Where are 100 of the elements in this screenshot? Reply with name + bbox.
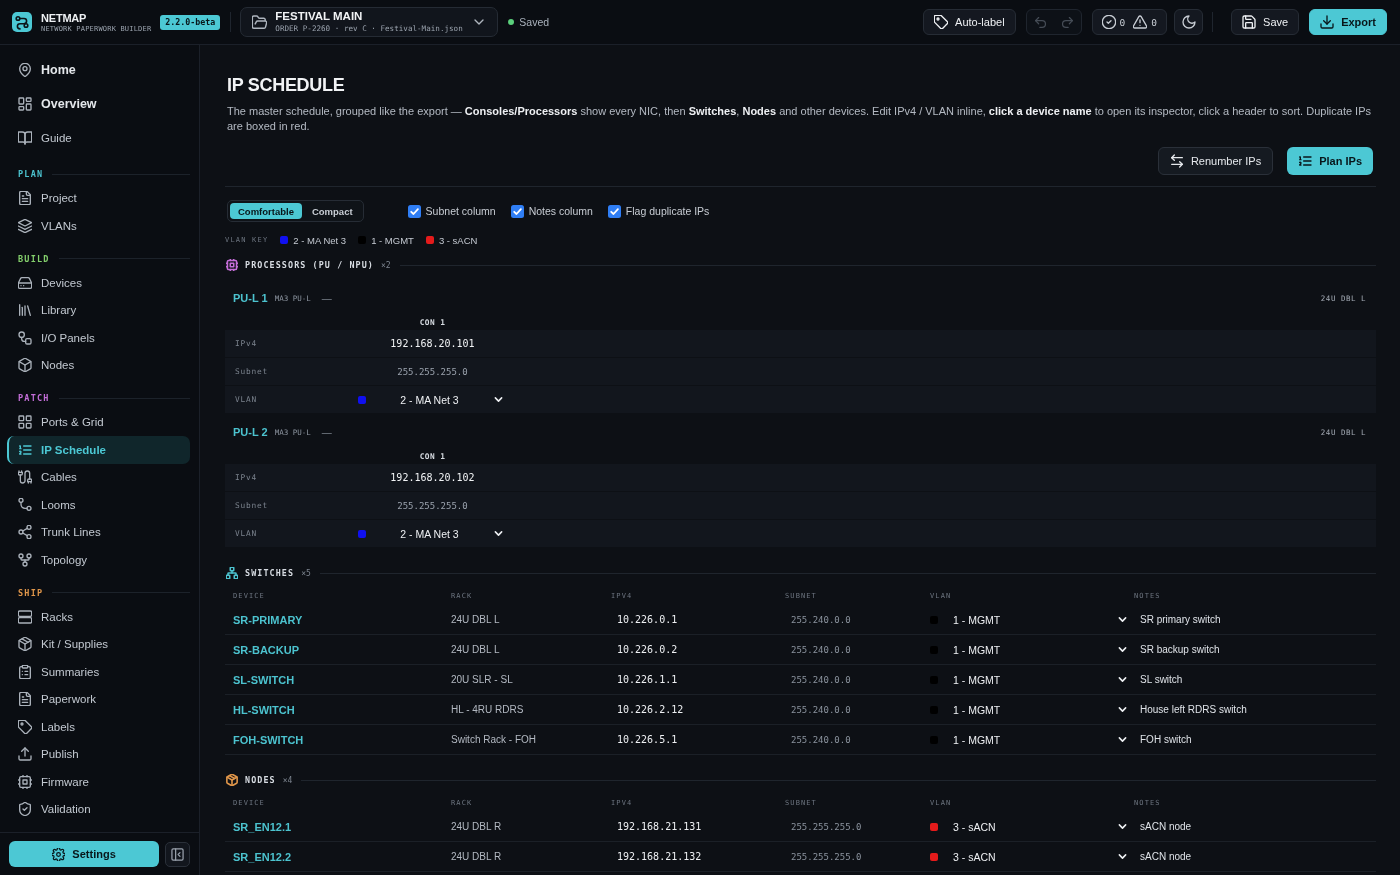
chevron-down-icon xyxy=(1117,704,1128,715)
sidebar-item[interactable]: Home xyxy=(7,53,190,87)
vlan-select[interactable]: 3 - sACN xyxy=(930,846,1130,867)
checkbox[interactable] xyxy=(510,204,524,218)
device-link[interactable]: HL-SWITCH xyxy=(233,703,295,716)
settings-icon xyxy=(52,847,66,861)
export-button[interactable]: Export xyxy=(1309,9,1387,35)
sidebar-item[interactable]: Ports & Grid xyxy=(7,408,190,436)
sidebar-item[interactable]: Looms xyxy=(7,491,190,519)
notes-field[interactable]: SR backup switch xyxy=(1134,639,1376,660)
device-detail: — xyxy=(321,292,332,304)
validation-button[interactable]: 0 0 xyxy=(1091,9,1168,35)
subnet-field[interactable]: 255.255.255.0 xyxy=(785,816,922,837)
sidebar-item[interactable]: IP Schedule xyxy=(7,436,190,464)
checkbox-label[interactable]: Subnet column xyxy=(425,205,496,217)
subnet-field[interactable]: 255.240.0.0 xyxy=(785,729,922,750)
vlan-select[interactable]: 1 - MGMT xyxy=(930,669,1130,690)
notes-field[interactable]: SR primary switch xyxy=(1134,609,1376,630)
device-link[interactable]: SR_EN12.2 xyxy=(233,850,292,863)
sidebar-item[interactable]: Publish xyxy=(7,740,190,768)
sidebar-item[interactable]: Racks xyxy=(7,603,190,631)
vlan-select[interactable]: 2 - MA Net 3 xyxy=(355,523,510,544)
notes-field[interactable]: SL switch xyxy=(1134,669,1376,690)
save-status: Saved xyxy=(519,16,550,28)
action-button[interactable]: Plan IPs xyxy=(1287,147,1373,175)
ipv4-field[interactable]: 10.226.5.1 xyxy=(611,729,777,750)
sidebar-item[interactable]: VLANs xyxy=(7,212,190,240)
device-link[interactable]: PU-L 1 xyxy=(233,292,268,304)
sidebar-item[interactable]: Trunk Lines xyxy=(7,518,190,546)
vlan-select[interactable]: 1 - MGMT xyxy=(930,639,1130,660)
sidebar-item[interactable]: I/O Panels xyxy=(7,324,190,352)
sidebar-item[interactable]: Overview xyxy=(7,87,190,121)
density-option[interactable]: Compact xyxy=(303,203,361,219)
ipv4-field[interactable]: 192.168.20.102 xyxy=(355,467,510,488)
save-button[interactable]: Save xyxy=(1231,9,1300,35)
notes-field[interactable]: House left RDRS switch xyxy=(1134,699,1376,720)
sidebar-item[interactable]: Summaries xyxy=(7,658,190,686)
ipv4-field[interactable]: 10.226.2.12 xyxy=(611,699,777,720)
vlan-select[interactable]: 1 - MGMT xyxy=(930,729,1130,750)
subnet-field[interactable]: 255.240.0.0 xyxy=(785,669,922,690)
vlan-select[interactable]: 2 - MA Net 3 xyxy=(355,389,510,410)
checkbox[interactable] xyxy=(607,204,621,218)
subnet-field[interactable]: 255.240.0.0 xyxy=(785,699,922,720)
device-link[interactable]: PU-L 2 xyxy=(233,426,268,438)
sidebar-item[interactable]: Labels xyxy=(7,713,190,741)
notes-field[interactable]: sACN node xyxy=(1134,846,1376,867)
subnet-field[interactable]: 255.255.255.0 xyxy=(785,846,922,867)
sidebar-item[interactable]: Firmware xyxy=(7,768,190,796)
chevron-down-icon xyxy=(1117,614,1128,625)
subnet-field[interactable]: 255.240.0.0 xyxy=(785,609,922,630)
vlan-select[interactable]: 1 - MGMT xyxy=(930,699,1130,720)
notes-field[interactable]: sACN node xyxy=(1134,816,1376,837)
ipv4-field[interactable]: 192.168.21.131 xyxy=(611,816,777,837)
document-icon xyxy=(18,191,32,206)
sidebar-item[interactable]: Validation xyxy=(7,795,190,823)
action-button[interactable]: Renumber IPs xyxy=(1157,147,1274,175)
chevron-down-icon xyxy=(1117,851,1128,862)
save-icon xyxy=(1242,15,1257,29)
rack-cell: Switch Rack - FOH xyxy=(451,734,536,745)
chevron-down-icon xyxy=(1117,734,1128,745)
project-title: FESTIVAL MAIN xyxy=(275,10,364,23)
checkbox-label[interactable]: Notes column xyxy=(528,205,593,217)
vlan-select[interactable]: 3 - sACN xyxy=(930,816,1130,837)
rack-cell: 24U DBL R xyxy=(451,821,502,832)
sidebar-item[interactable]: Library xyxy=(7,296,190,324)
vlan-select[interactable]: 1 - MGMT xyxy=(930,609,1130,630)
rack-cell: 20U SLR - SL xyxy=(451,674,513,685)
settings-button[interactable]: Settings xyxy=(9,841,160,867)
sidebar-item[interactable]: Paperwork xyxy=(7,685,190,713)
ipv4-field[interactable]: 10.226.1.1 xyxy=(611,669,777,690)
sidebar-item[interactable]: Cables xyxy=(7,463,190,491)
subnet-field[interactable]: 255.240.0.0 xyxy=(785,639,922,660)
subnet-field[interactable]: 255.255.255.0 xyxy=(355,361,510,382)
checkbox-label[interactable]: Flag duplicate IPs xyxy=(625,205,710,217)
device-link[interactable]: SR_EN12.1 xyxy=(233,820,292,833)
subnet-field[interactable]: 255.255.255.0 xyxy=(355,495,510,516)
device-link[interactable]: SL-SWITCH xyxy=(233,673,295,686)
ipv4-field[interactable]: 10.226.0.2 xyxy=(611,639,777,660)
auto-label-button[interactable]: Auto-label xyxy=(923,9,1016,35)
moon-icon xyxy=(1181,15,1196,29)
device-link[interactable]: SR-PRIMARY xyxy=(233,613,303,626)
notes-field[interactable]: FOH switch xyxy=(1134,729,1376,750)
device-link[interactable]: SR-BACKUP xyxy=(233,643,299,656)
sidebar-item[interactable]: Kit / Supplies xyxy=(7,630,190,658)
checkbox[interactable] xyxy=(407,204,421,218)
density-option[interactable]: Comfortable xyxy=(230,203,302,219)
ipv4-field[interactable]: 192.168.20.101 xyxy=(355,333,510,354)
package-icon xyxy=(18,637,32,652)
section-label: PATCH xyxy=(18,392,50,404)
ipv4-field[interactable]: 192.168.21.132 xyxy=(611,846,777,867)
sidebar-item[interactable]: Devices xyxy=(7,269,190,297)
sidebar-item[interactable]: Project xyxy=(7,184,190,212)
theme-button[interactable] xyxy=(1174,9,1204,35)
ipv4-field[interactable]: 10.226.0.1 xyxy=(611,609,777,630)
section-title: PROCESSORS (PU / NPU) xyxy=(245,260,374,270)
sidebar-item[interactable]: Topology xyxy=(7,546,190,574)
collapse-sidebar-button[interactable] xyxy=(165,841,190,867)
sidebar-item[interactable]: Nodes xyxy=(7,351,190,379)
device-link[interactable]: FOH-SWITCH xyxy=(233,733,304,746)
sidebar-item[interactable]: Guide xyxy=(7,121,190,155)
